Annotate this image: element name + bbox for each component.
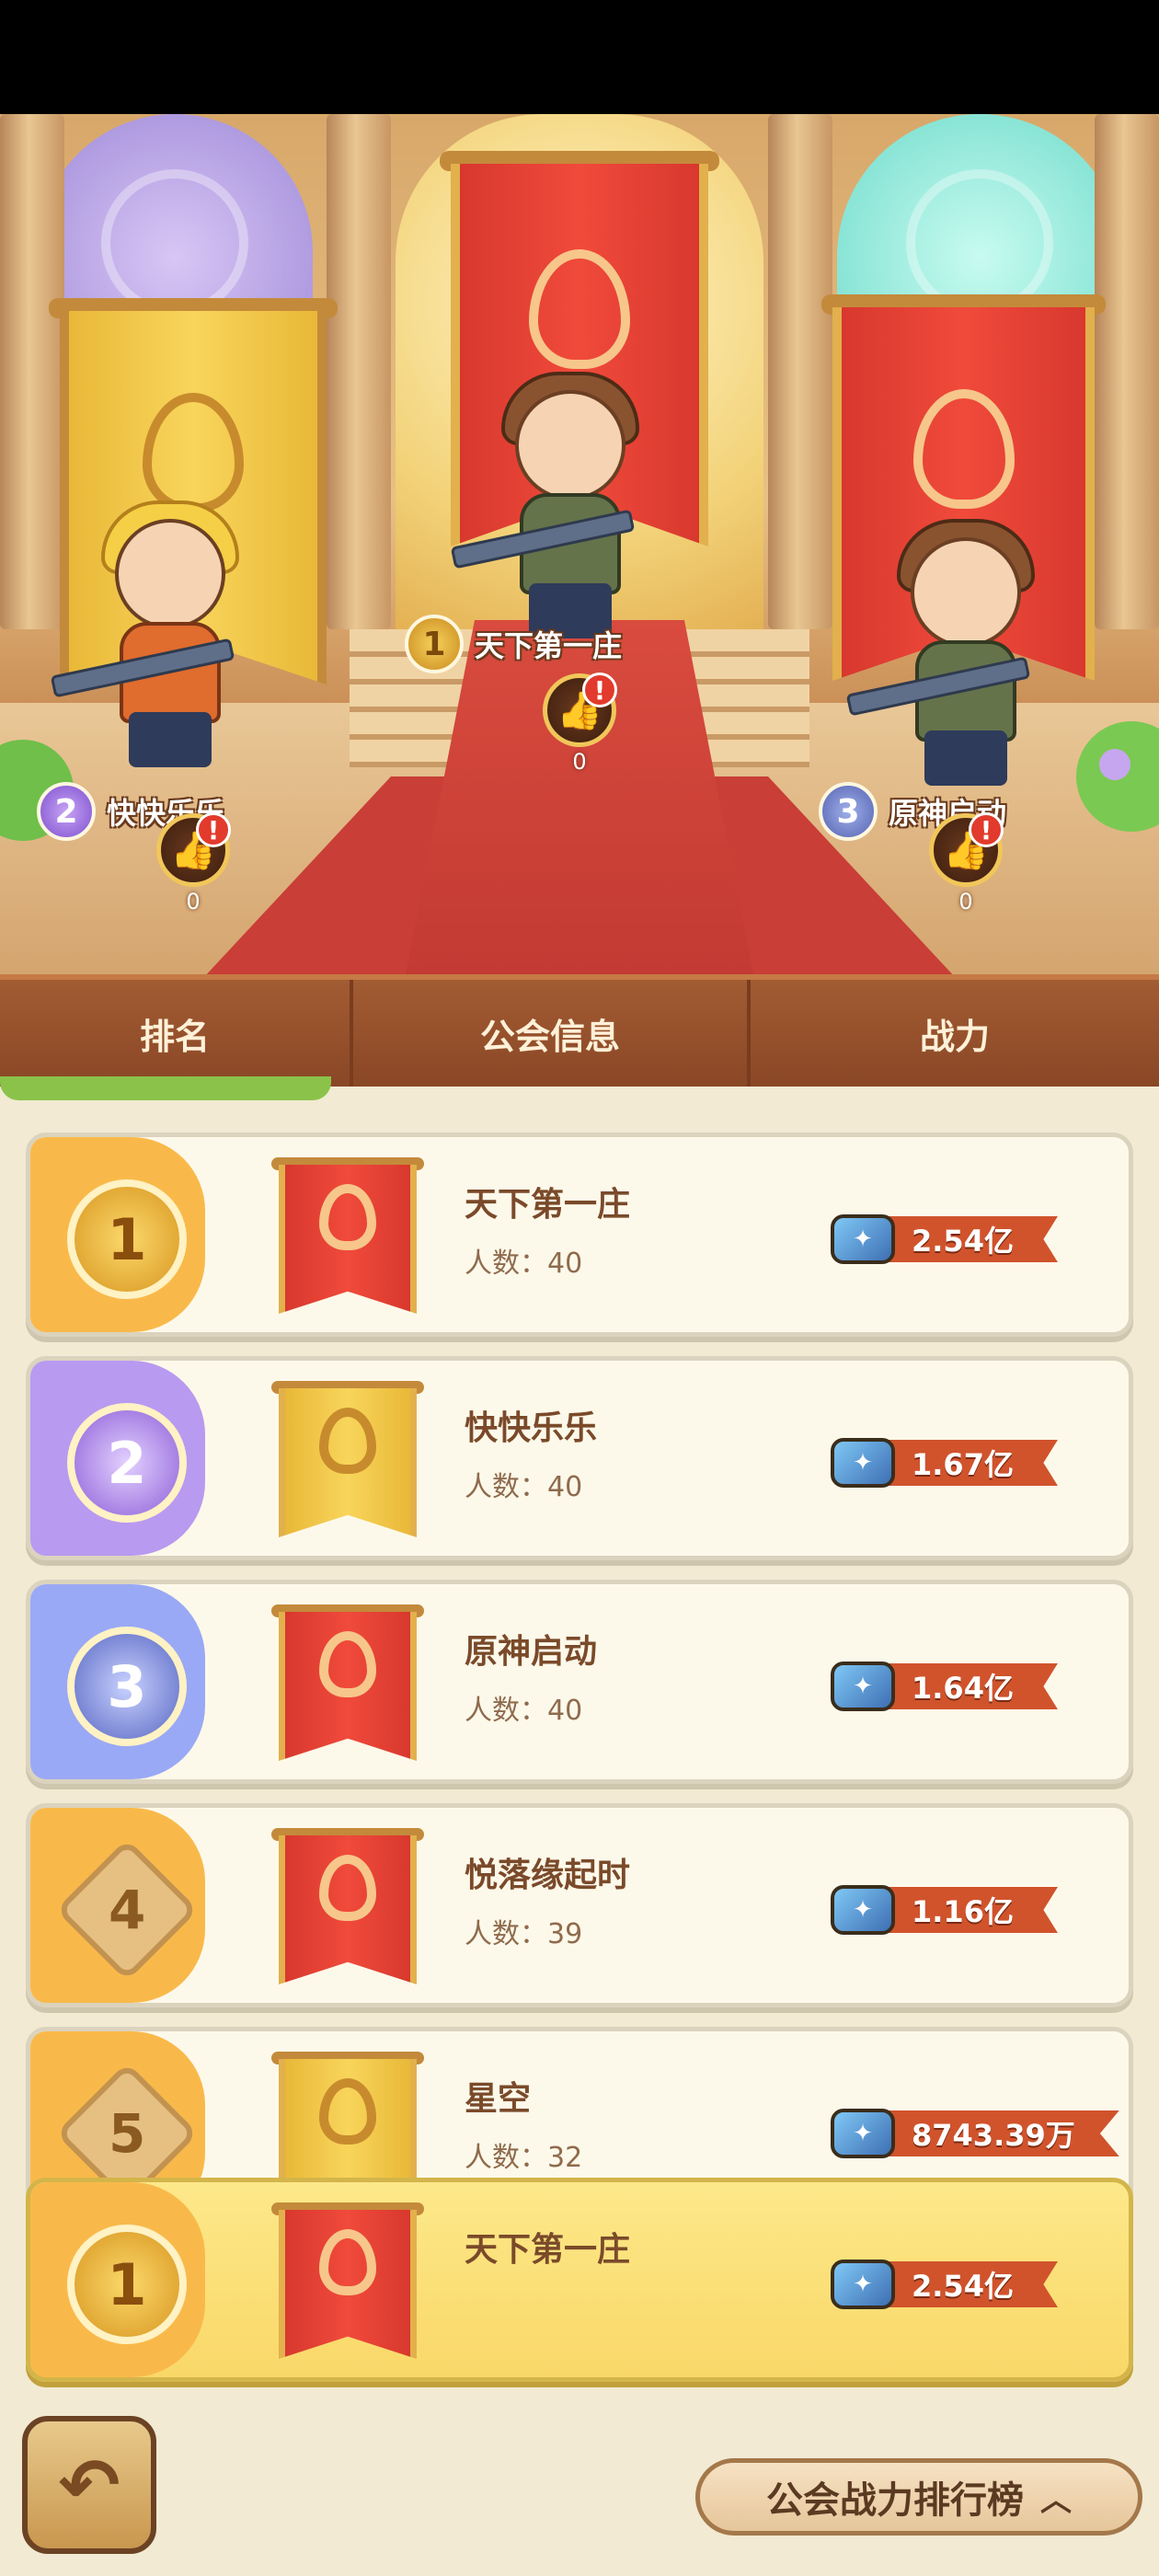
guild-banner-icon xyxy=(271,1381,424,1537)
rank-1-crest-icon: 1 xyxy=(67,1179,187,1299)
back-arrow-icon: ↶ xyxy=(58,2442,120,2528)
hero-character-rank-3 xyxy=(845,519,1058,795)
guild-members: 人数：40 xyxy=(465,1248,583,1280)
guild-power: ✦ 2.54亿 xyxy=(831,2258,1058,2311)
power-value: 8743.39万 xyxy=(878,2110,1119,2156)
guild-power: ✦ 8743.39万 xyxy=(831,2107,1119,2160)
power-gun-icon: ✦ xyxy=(831,1438,895,1488)
back-button[interactable]: ↶ xyxy=(22,2416,156,2554)
guild-members: 人数：32 xyxy=(465,2142,583,2174)
ranking-header: 排名 公会信息 战力 xyxy=(0,974,1159,1087)
ranking-list[interactable]: 1 天下第一庄 人数：40 ✦ 2.54亿 2 快快乐乐 人数：40 ✦ 1.6… xyxy=(0,1087,1159,2576)
ranking-row[interactable]: 1 天下第一庄 人数：40 ✦ 2.54亿 xyxy=(26,1133,1133,1337)
guild-name: 星空 xyxy=(465,2080,532,2118)
power-value: 1.64亿 xyxy=(878,1663,1058,1709)
alert-badge-icon: ! xyxy=(582,673,617,707)
like-widget-rank-1: 👍 ! 0 xyxy=(543,673,617,775)
power-gun-icon: ✦ xyxy=(831,2109,895,2158)
guild-power-ranking-button[interactable]: 公会战力排行榜 ︿ xyxy=(695,2458,1142,2536)
rank-3-medal-icon: 3 xyxy=(819,782,878,841)
alert-badge-icon: ! xyxy=(969,812,1004,847)
rank-2-medal-icon: 2 xyxy=(37,782,96,841)
power-gun-icon: ✦ xyxy=(831,1885,895,1935)
guild-power: ✦ 2.54亿 xyxy=(831,1213,1058,1266)
guild-members: 人数：39 xyxy=(465,1918,583,1950)
ranking-row[interactable]: 2 快快乐乐 人数：40 ✦ 1.67亿 xyxy=(26,1356,1133,1560)
podium-guild-name: 天下第一庄 xyxy=(475,628,623,663)
ranking-row[interactable]: 3 原神启动 人数：40 ✦ 1.64亿 xyxy=(26,1580,1133,1784)
thumbs-up-button[interactable]: 👍 ! xyxy=(929,812,1004,887)
power-gun-icon: ✦ xyxy=(831,1662,895,1711)
alert-badge-icon: ! xyxy=(196,812,231,847)
like-count: 0 xyxy=(958,889,973,914)
power-value: 2.54亿 xyxy=(878,1216,1058,1262)
hero-character-rank-2 xyxy=(50,500,262,776)
guild-power: ✦ 1.67亿 xyxy=(831,1436,1058,1489)
guild-name: 天下第一庄 xyxy=(465,2231,631,2269)
grass-decoration xyxy=(0,1076,331,1100)
hero-character-rank-1 xyxy=(450,372,662,648)
like-widget-rank-2: 👍 ! 0 xyxy=(156,812,231,914)
like-widget-rank-3: 👍 ! 0 xyxy=(929,812,1004,914)
guild-banner-icon xyxy=(271,1157,424,1314)
chevron-up-icon: ︿ xyxy=(1040,2481,1072,2519)
like-count: 0 xyxy=(572,749,587,775)
power-value: 1.67亿 xyxy=(878,1440,1058,1486)
podium-tag-rank-1: 1 天下第一庄 xyxy=(405,615,623,673)
guild-name: 天下第一庄 xyxy=(465,1186,631,1224)
podium-scene: 1 天下第一庄 2 快快乐乐 3 原神启动 👍 ! 0 👍 ! 0 👍 ! 0 xyxy=(0,114,1159,974)
thumbs-up-button[interactable]: 👍 ! xyxy=(543,673,617,747)
header-rank: 排名 xyxy=(0,980,353,1087)
guild-name: 快快乐乐 xyxy=(465,1409,598,1447)
board-label: 公会战力排行榜 xyxy=(766,2479,1024,2522)
thumbs-up-button[interactable]: 👍 ! xyxy=(156,812,231,887)
rank-1-medal-icon: 1 xyxy=(405,615,464,673)
guild-members: 人数：40 xyxy=(465,1471,583,1503)
header-power: 战力 xyxy=(919,1016,990,1057)
rank-1-crest-icon: 1 xyxy=(67,2225,187,2344)
guild-banner-icon xyxy=(271,1828,424,1984)
rank-2-crest-icon: 2 xyxy=(67,1403,187,1523)
guild-power: ✦ 1.16亿 xyxy=(831,1883,1058,1937)
power-value: 1.16亿 xyxy=(878,1887,1058,1933)
guild-banner-icon xyxy=(271,2202,424,2359)
my-guild-row[interactable]: 1 天下第一庄 ✦ 2.54亿 xyxy=(26,2178,1133,2382)
like-count: 0 xyxy=(186,889,201,914)
ranking-row[interactable]: 4 悦落缘起时 人数：39 ✦ 1.16亿 xyxy=(26,1803,1133,2007)
status-bar xyxy=(0,0,1159,114)
header-guild-info: 公会信息 xyxy=(353,980,751,1087)
guild-name: 悦落缘起时 xyxy=(465,1857,631,1894)
guild-name: 原神启动 xyxy=(465,1633,598,1671)
power-value: 2.54亿 xyxy=(878,2261,1058,2307)
guild-members: 人数：40 xyxy=(465,1695,583,1727)
power-gun-icon: ✦ xyxy=(831,1214,895,1264)
guild-power: ✦ 1.64亿 xyxy=(831,1660,1058,1713)
rank-3-crest-icon: 3 xyxy=(67,1627,187,1746)
guild-banner-icon xyxy=(271,1604,424,1761)
power-gun-icon: ✦ xyxy=(831,2260,895,2309)
